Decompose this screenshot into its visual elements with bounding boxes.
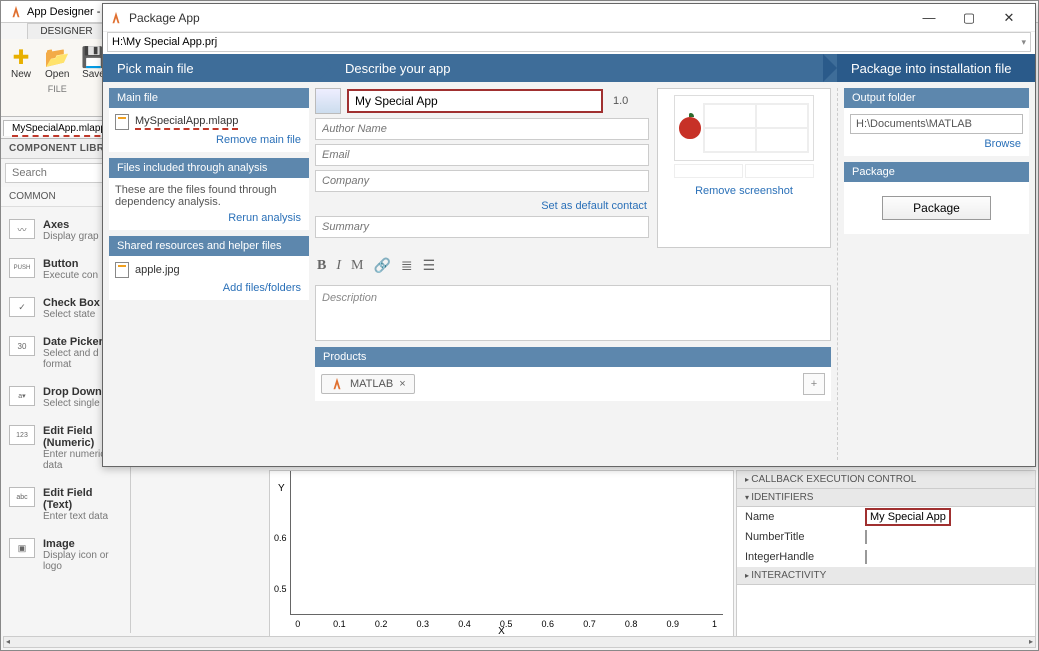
image-file-icon (115, 262, 129, 278)
file-section-label: FILE (48, 84, 67, 94)
matlab-icon (330, 377, 344, 391)
calendar-icon: 30 (9, 336, 35, 356)
prop-name-row: Name My Special App (737, 507, 1035, 527)
properties-panel: CALLBACK EXECUTION CONTROL IDENTIFIERS N… (736, 470, 1036, 640)
set-default-contact-link[interactable]: Set as default contact (315, 196, 649, 212)
canvas-area: Y X 0.6 0.5 0 0.1 0.2 0.3 0.4 0.5 0.6 0.… (269, 470, 734, 640)
col-describe: 1.0 Set as default contact (315, 88, 831, 460)
y-axis-label: Y (278, 483, 285, 494)
main-file-header: Main file (109, 88, 309, 108)
close-button[interactable]: ✕ (989, 5, 1029, 31)
italic-icon[interactable]: I (336, 258, 341, 275)
main-file-row: MySpecialApp.mlapp (115, 114, 303, 130)
shared-file-row: apple.jpg (115, 262, 303, 278)
bg-title: App Designer - (27, 6, 100, 18)
button-icon: PUSH (9, 258, 35, 278)
pkg-body: Main file MySpecialApp.mlapp Remove main… (103, 82, 1035, 466)
description-input[interactable]: Description (315, 285, 831, 341)
bold-icon[interactable]: B (317, 258, 326, 275)
remove-screenshot-link[interactable]: Remove screenshot (693, 181, 795, 197)
prop-numbertitle-row: NumberTitle (737, 527, 1035, 547)
comp-edittext[interactable]: abcEdit Field (Text)Enter text data (3, 479, 128, 530)
company-input[interactable] (315, 170, 649, 192)
apple-icon (679, 117, 701, 139)
included-desc: These are the files found through depend… (115, 184, 276, 208)
step-describe-app: Describe your app (331, 54, 837, 82)
included-files-header: Files included through analysis (109, 158, 309, 178)
designer-tab[interactable]: DESIGNER (27, 23, 105, 39)
interactivity-section[interactable]: INTERACTIVITY (737, 567, 1035, 585)
comp-image[interactable]: ▣ImageDisplay icon or logo (3, 530, 128, 580)
products-header: Products (315, 347, 831, 367)
package-app-window: Package App — ▢ ✕ H:\My Special App.prj … (102, 3, 1036, 467)
email-input[interactable] (315, 144, 649, 166)
matlab-icon (109, 11, 123, 25)
main-file-name[interactable]: MySpecialApp.mlapp (135, 115, 238, 130)
numeric-field-icon: 123 (9, 425, 35, 445)
output-folder-header: Output folder (844, 88, 1029, 108)
matlab-chip: MATLAB × (321, 374, 415, 394)
remove-main-file-link[interactable]: Remove main file (115, 130, 303, 146)
mono-icon[interactable]: M (351, 258, 363, 275)
checkbox-icon: ✓ (9, 297, 35, 317)
rich-text-toolbar: B I M 🔗 ≣ ☰ (315, 254, 831, 279)
identifiers-section[interactable]: IDENTIFIERS (737, 489, 1035, 507)
chevron-down-icon[interactable]: ▾ (1021, 37, 1026, 48)
add-product-button[interactable]: + (803, 373, 825, 395)
app-name-input[interactable] (347, 89, 603, 113)
pkg-titlebar: Package App — ▢ ✕ (103, 4, 1035, 32)
step-package-file: Package into installation file (837, 54, 1035, 82)
pkg-title: Package App (129, 11, 200, 25)
app-icon[interactable] (315, 88, 341, 114)
screenshot-preview (674, 95, 814, 161)
bullet-list-icon[interactable]: ≣ (401, 258, 413, 275)
minimize-button[interactable]: — (909, 5, 949, 31)
screenshot-box: Remove screenshot (657, 88, 831, 248)
bottom-scrollbar[interactable]: ◂▸ (3, 636, 1036, 648)
output-folder-input[interactable]: H:\Documents\MATLAB (850, 114, 1023, 134)
package-button[interactable]: Package (882, 196, 991, 220)
package-header: Package (844, 162, 1029, 182)
image-icon: ▣ (9, 538, 35, 558)
axes-plot (290, 471, 723, 615)
col-main-file: Main file MySpecialApp.mlapp Remove main… (109, 88, 309, 460)
browse-link[interactable]: Browse (850, 134, 1023, 150)
shared-file-name[interactable]: apple.jpg (135, 264, 180, 276)
remove-product-icon[interactable]: × (399, 378, 405, 390)
shared-files-header: Shared resources and helper files (109, 236, 309, 256)
numbertitle-checkbox[interactable] (865, 530, 867, 544)
project-path[interactable]: H:\My Special App.prj ▾ (107, 32, 1031, 52)
step-bar: Pick main file Describe your app Package… (103, 54, 1035, 82)
prop-name-value[interactable]: My Special App (865, 508, 951, 526)
step-pick-main-file: Pick main file (103, 54, 317, 82)
link-icon[interactable]: 🔗 (373, 258, 390, 275)
dropdown-icon: a▾ (9, 386, 35, 406)
add-files-link[interactable]: Add files/folders (115, 278, 303, 294)
integerhandle-checkbox[interactable] (865, 550, 867, 564)
rerun-analysis-link[interactable]: Rerun analysis (115, 208, 303, 224)
new-button[interactable]: ✚New (3, 43, 39, 82)
version-label[interactable]: 1.0 (609, 95, 649, 107)
axes-icon: 〰 (9, 219, 35, 239)
col-output: Output folder H:\Documents\MATLAB Browse… (837, 88, 1029, 460)
maximize-button[interactable]: ▢ (949, 5, 989, 31)
open-button[interactable]: 📂Open (39, 43, 75, 82)
callback-section[interactable]: CALLBACK EXECUTION CONTROL (737, 471, 1035, 489)
text-field-icon: abc (9, 487, 35, 507)
document-icon (115, 114, 129, 130)
author-input[interactable] (315, 118, 649, 140)
file-tab-label: MySpecialApp.mlapp (12, 123, 106, 134)
matlab-icon (9, 5, 23, 19)
number-list-icon[interactable]: ☰ (423, 258, 436, 275)
prop-integerhandle-row: IntegerHandle (737, 547, 1035, 567)
summary-input[interactable] (315, 216, 649, 238)
mini-plot-icon (703, 103, 809, 153)
